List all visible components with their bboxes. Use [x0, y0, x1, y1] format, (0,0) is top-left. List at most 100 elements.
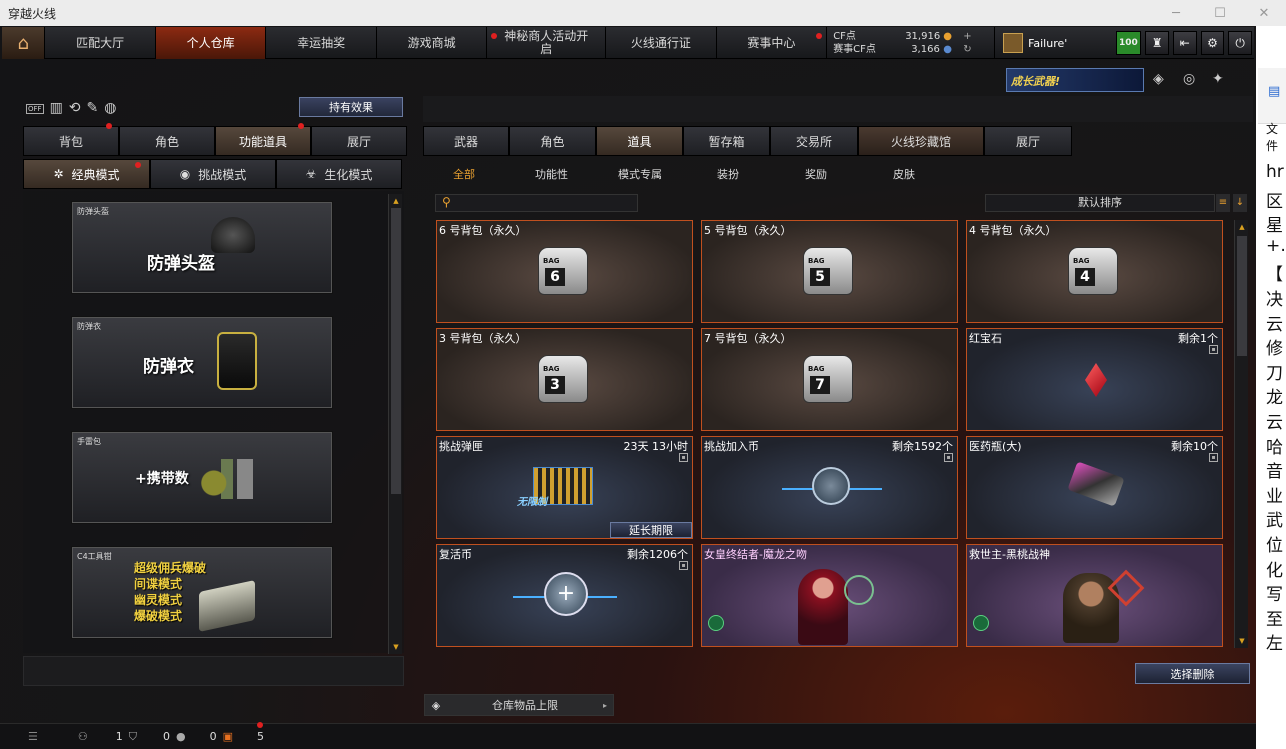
nav-tab-events[interactable]: 赛事中心: [717, 27, 828, 59]
friends-icon[interactable]: ⚇: [78, 730, 88, 743]
scroll-thumb[interactable]: [391, 208, 401, 494]
subtab-outfit[interactable]: 装扮: [717, 166, 739, 182]
search-input[interactable]: ⚲: [435, 194, 638, 212]
tool-icon[interactable]: ✎: [87, 100, 99, 120]
shield-icon[interactable]: ⛉: [129, 730, 137, 744]
item-slot[interactable]: 复活币 剩余1206个 ▪ +: [436, 544, 693, 647]
right-tab-weapon[interactable]: 武器: [423, 126, 509, 156]
history-icon[interactable]: ⟲: [69, 100, 81, 120]
item-card-c4[interactable]: C4工具钳 超级佣兵爆破 间谍模式 幽灵模式 爆破模式: [72, 547, 332, 638]
nav-tab-match[interactable]: 匹配大厅: [45, 27, 156, 59]
stats-icon[interactable]: ▥: [50, 100, 63, 120]
extend-button[interactable]: 延长期限: [610, 522, 692, 538]
right-tab-collection[interactable]: 火线珍藏馆: [858, 126, 984, 156]
settings-icon[interactable]: ⚙: [1200, 31, 1225, 55]
side-text-char: 云: [1266, 314, 1283, 335]
list-view-icon[interactable]: ≡: [1216, 194, 1230, 212]
clan-icon[interactable]: ♜: [1145, 31, 1169, 55]
right-tab-items[interactable]: 道具: [596, 126, 683, 156]
off-toggle[interactable]: OFF: [26, 104, 44, 114]
bag-icon[interactable]: ◍: [104, 100, 116, 120]
item-card-helmet[interactable]: 防弹头盔 防弹头盔: [72, 202, 332, 293]
left-tab-role[interactable]: 角色: [119, 126, 215, 156]
storage-limit-button[interactable]: ◈ 仓库物品上限 ▸: [424, 694, 614, 716]
left-scrollbar[interactable]: ▲ ▼: [388, 194, 402, 654]
item-slot[interactable]: 医药瓶(大) 剩余10个 ▪: [966, 436, 1223, 539]
lock-icon: ▪: [679, 453, 688, 462]
mode-tab-classic[interactable]: ✲ 经典模式: [23, 159, 150, 189]
menu-icon[interactable]: ☰: [28, 730, 38, 743]
scroll-up-icon[interactable]: ▲: [1236, 222, 1248, 232]
select-delete-button[interactable]: 选择删除: [1135, 663, 1250, 684]
nav-tab-lucky[interactable]: 幸运抽奖: [266, 27, 377, 59]
effects-button[interactable]: 持有效果: [299, 97, 403, 117]
item-slot[interactable]: 5 号背包（永久） BAG 5: [701, 220, 958, 323]
refresh-icon[interactable]: ↻: [963, 43, 971, 56]
right-tab-storage[interactable]: 暂存箱: [683, 126, 770, 156]
emblem-icon[interactable]: ✦: [1212, 71, 1224, 87]
chat-icon[interactable]: ●: [176, 730, 186, 743]
item-card-grenade[interactable]: 手雷包 +携带数: [72, 432, 332, 523]
subtab-reward[interactable]: 奖励: [805, 166, 827, 182]
item-timer: 23天 13小时: [623, 440, 689, 453]
mode-tab-challenge[interactable]: ◉ 挑战模式: [150, 159, 276, 189]
nav-tab-merchant[interactable]: 神秘商人活动开启: [487, 27, 607, 59]
item-slot[interactable]: 7 号背包（永久） BAG 7: [701, 328, 958, 431]
c4-tool-icon: [199, 580, 255, 632]
item-slot[interactable]: 6 号背包（永久） BAG 6: [436, 220, 693, 323]
scroll-thumb[interactable]: [1237, 236, 1247, 356]
left-tab-hall[interactable]: 展厅: [311, 126, 407, 156]
chat-count: 0: [209, 730, 217, 743]
scroll-down-icon[interactable]: ▼: [1236, 636, 1248, 646]
nav-tab-pass[interactable]: 火线通行证: [606, 27, 717, 59]
user-box[interactable]: Failure': [995, 27, 1113, 59]
rank-icon: [1003, 33, 1024, 53]
top-nav: ⌂ 匹配大厅 个人仓库 幸运抽奖 游戏商城 神秘商人活动开启 火线通行证 赛事中…: [2, 27, 1254, 59]
left-tabs: 背包 角色 功能道具 展厅: [23, 123, 407, 156]
item-slot[interactable]: 3 号背包（永久） BAG 3: [436, 328, 693, 431]
c4-mode-line: 爆破模式: [134, 609, 183, 623]
sort-direction-icon[interactable]: ↓: [1233, 194, 1247, 212]
item-slot[interactable]: 4 号背包（永久） BAG 4: [966, 220, 1223, 323]
left-tab-bag[interactable]: 背包: [23, 123, 119, 156]
item-slot[interactable]: 挑战弹匣 23天 13小时 ▪ 无限制 延长期限: [436, 436, 693, 539]
nav-tab-shop[interactable]: 游戏商城: [377, 27, 488, 59]
gift-icon[interactable]: ▣: [223, 730, 233, 743]
item-slot[interactable]: 救世主-黑桃战神: [966, 544, 1223, 647]
side-text-char: 云: [1266, 413, 1283, 433]
right-tab-exchange[interactable]: 交易所: [770, 126, 858, 156]
subtab-skin[interactable]: 皮肤: [893, 166, 915, 182]
item-card-vest[interactable]: 防弹衣 防弹衣: [72, 317, 332, 408]
c4-modes-list: 超级佣兵爆破 间谍模式 幽灵模式 爆破模式: [134, 560, 206, 624]
subtab-functional[interactable]: 功能性: [535, 166, 568, 182]
item-slot[interactable]: 红宝石 剩余1个 ▪: [966, 328, 1223, 431]
subtab-all[interactable]: 全部: [453, 166, 475, 182]
cf-coin-icon: ●: [943, 31, 952, 42]
maximize-icon[interactable]: ☐: [1198, 0, 1242, 26]
shield-icon[interactable]: ◈: [1153, 71, 1164, 87]
sort-dropdown[interactable]: 默认排序: [985, 194, 1215, 212]
close-icon[interactable]: ✕: [1242, 0, 1286, 26]
window-titlebar: 穿越火线 ─ ☐ ✕: [0, 0, 1286, 26]
scroll-down-icon[interactable]: ▼: [390, 642, 402, 652]
home-icon[interactable]: ⌂: [2, 27, 46, 59]
left-tab-function[interactable]: 功能道具: [215, 123, 311, 156]
exit-icon[interactable]: ⇤: [1172, 31, 1197, 55]
right-tab-hall[interactable]: 展厅: [984, 126, 1072, 156]
item-slot[interactable]: 挑战加入币 剩余1592个 ▪: [701, 436, 958, 539]
nav-tab-storage[interactable]: 个人仓库: [155, 27, 267, 59]
add-cf-icon[interactable]: +: [963, 30, 971, 43]
backpack-icon: BAG 5: [803, 247, 853, 295]
minimize-icon[interactable]: ─: [1154, 0, 1198, 26]
scroll-up-icon[interactable]: ▲: [390, 196, 402, 206]
subtab-mode[interactable]: 模式专属: [618, 166, 662, 182]
growth-weapon-banner[interactable]: 成长武器!: [1006, 68, 1144, 92]
target-icon[interactable]: ◎: [1183, 71, 1195, 87]
level-badge[interactable]: 100: [1115, 31, 1142, 55]
side-text-char: 音: [1266, 462, 1283, 483]
right-scrollbar[interactable]: ▲ ▼: [1234, 220, 1248, 648]
item-slot[interactable]: 女皇终结者-魔龙之吻: [701, 544, 958, 647]
right-tab-role[interactable]: 角色: [509, 126, 596, 156]
mode-tab-zombie[interactable]: ☣ 生化模式: [276, 159, 402, 189]
power-icon[interactable]: ⏻: [1228, 31, 1253, 55]
